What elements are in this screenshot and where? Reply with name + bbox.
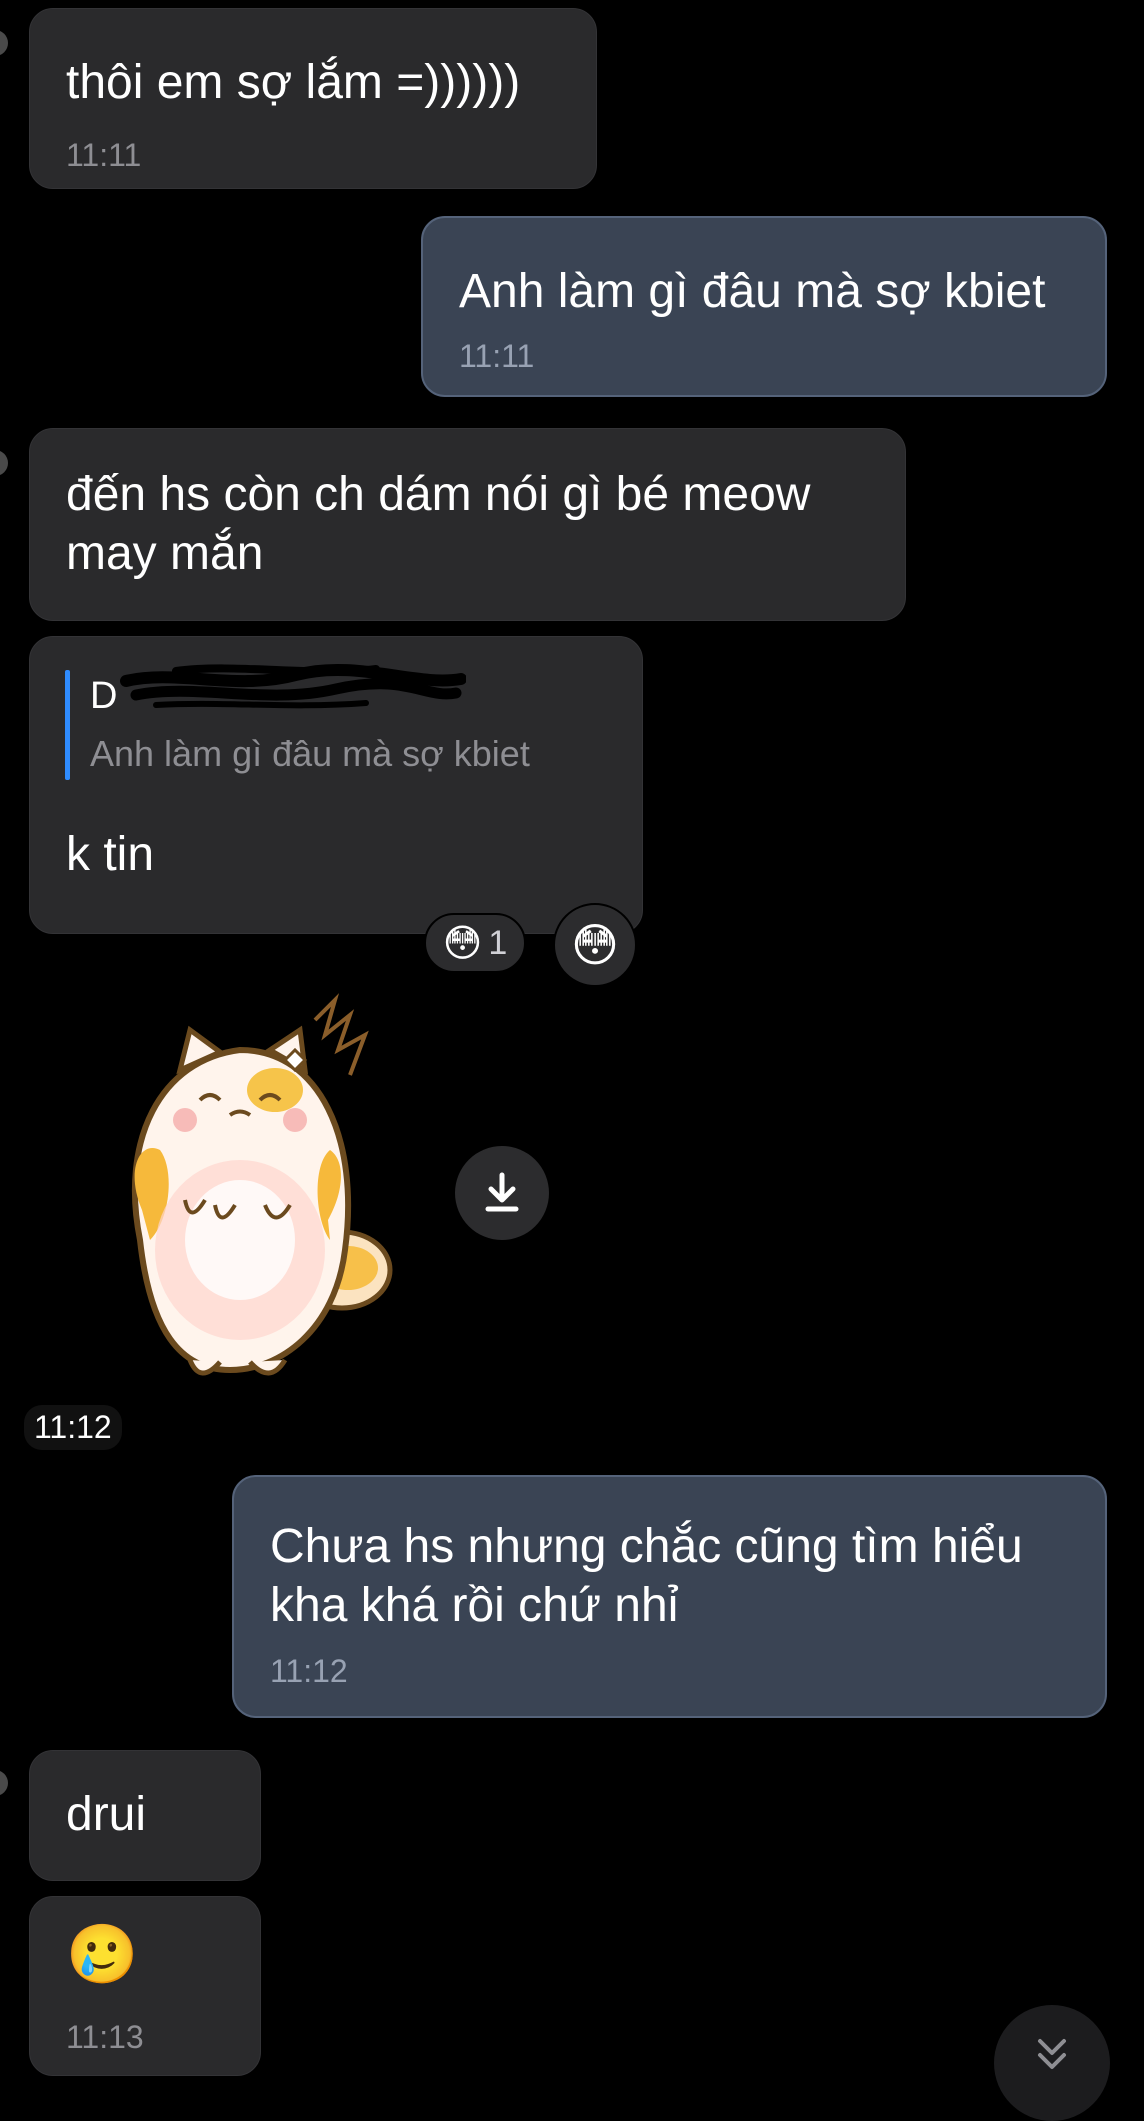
avatar[interactable] [0, 1770, 8, 1796]
reaction-count: 1 [488, 923, 508, 962]
message-text-line: Chưa hs nhưng chắc cũng tìm hiểu [270, 1520, 1023, 1573]
my-reaction-button[interactable]: 😳 [553, 903, 637, 987]
reply-accent-bar [65, 670, 70, 780]
download-icon [485, 1172, 519, 1212]
message-text-line: kha khá rồi chứ nhỉ [270, 1579, 679, 1632]
redaction-scribble [120, 663, 466, 709]
reply-sender-name: D [90, 675, 118, 717]
reaction-chip[interactable]: 😳 1 [424, 913, 526, 973]
double-chevron-down-icon [1038, 2039, 1066, 2069]
message-timestamp: 11:11 [66, 137, 142, 173]
message-timestamp: 11:12 [270, 1653, 348, 1689]
message-timestamp: 11:13 [66, 2019, 144, 2055]
message-timestamp: 11:11 [459, 338, 535, 374]
message-text-line: đến hs còn ch dám nói gì bé meow [66, 468, 811, 521]
avatar[interactable] [0, 450, 8, 476]
scroll-to-bottom-button[interactable] [994, 2005, 1110, 2121]
message-bubble-incoming[interactable]: thôi em sợ lắm =)))))) 11:11 [29, 8, 597, 189]
reply-quote-text: Anh làm gì đâu mà sợ kbiet [90, 733, 530, 774]
message-bubble-incoming[interactable]: 🥲 11:13 [29, 1896, 261, 2076]
message-text: k tin [66, 828, 155, 881]
message-bubble-outgoing[interactable]: Anh làm gì đâu mà sợ kbiet 11:11 [421, 216, 1107, 397]
message-bubble-incoming[interactable]: đến hs còn ch dám nói gì bé meow may mắn [29, 428, 906, 621]
message-text: Anh làm gì đâu mà sợ kbiet [459, 265, 1046, 318]
message-bubble-incoming[interactable]: drui [29, 1750, 261, 1881]
smiling-face-with-tear-icon: 🥲 [66, 1922, 139, 1987]
flushed-face-icon: 😳 [571, 919, 619, 971]
message-bubble-reply[interactable]: D Anh làm gì đâu mà sợ kbiet k tin [29, 636, 643, 934]
message-bubble-outgoing[interactable]: Chưa hs nhưng chắc cũng tìm hiểu kha khá… [232, 1475, 1107, 1718]
download-button[interactable] [455, 1146, 549, 1240]
message-text-line: may mắn [66, 527, 264, 580]
flushed-face-icon: 😳 [442, 922, 483, 965]
sticker-timestamp: 11:12 [24, 1405, 122, 1450]
avatar[interactable] [0, 30, 8, 56]
message-text: thôi em sợ lắm =)))))) [66, 56, 521, 109]
message-text: drui [66, 1788, 147, 1841]
sad-cat-sticker[interactable] [80, 990, 400, 1390]
